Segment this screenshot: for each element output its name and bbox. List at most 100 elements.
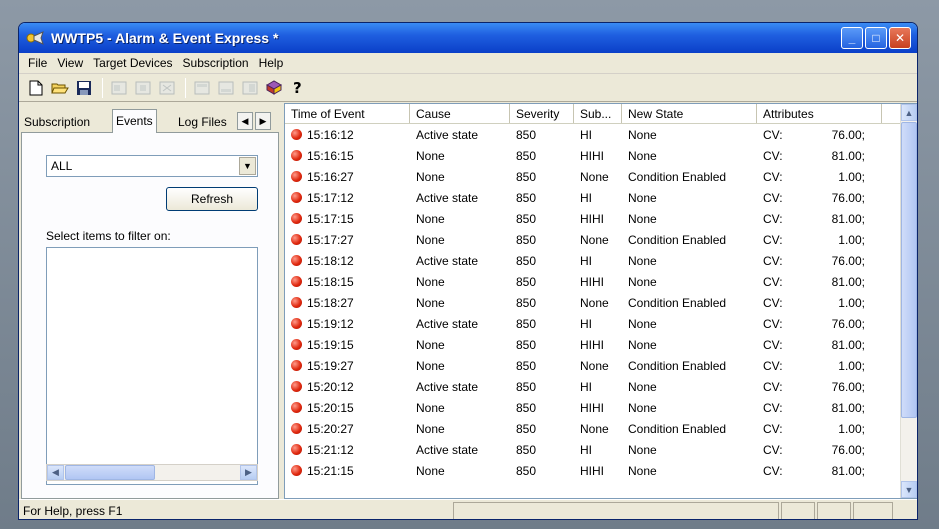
table-row[interactable]: 15:19:15 None 850 HIHI None CV: 81.00; xyxy=(285,335,902,356)
filter-combo[interactable]: ALL ▼ xyxy=(46,155,258,177)
menu-subscription[interactable]: Subscription xyxy=(178,56,254,70)
cell-cause-text: None xyxy=(416,275,445,289)
horizontal-scrollbar[interactable]: ◀ ▶ xyxy=(46,464,258,481)
close-button[interactable]: ✕ xyxy=(889,27,911,49)
alarm-dot-icon xyxy=(291,444,302,455)
app-window: WWTP5 - Alarm & Event Express * _ □ ✕ Fi… xyxy=(18,22,918,520)
scroll-up-icon[interactable]: ▲ xyxy=(901,104,917,121)
column-header-cause[interactable]: Cause xyxy=(410,104,510,123)
menu-view[interactable]: View xyxy=(52,56,88,70)
cell-new-state: Condition Enabled xyxy=(628,170,726,184)
column-header-new-state[interactable]: New State xyxy=(622,104,757,123)
table-row[interactable]: 15:17:15 None 850 HIHI None CV: 81.00; xyxy=(285,209,902,230)
table-row[interactable]: 15:16:12 Active state 850 HI None CV: 76.00; xyxy=(285,125,902,146)
scroll-down-icon[interactable]: ▼ xyxy=(901,481,917,498)
cell-sub: None xyxy=(580,359,609,373)
status-panel xyxy=(453,501,779,519)
cell-attr-value-text: 1.00; xyxy=(838,296,865,310)
cell-severity-text: 850 xyxy=(516,233,537,247)
cell-cause-text: None xyxy=(416,170,445,184)
tab-scroll-left-icon[interactable]: ◀ xyxy=(237,112,253,130)
status-text: For Help, press F1 xyxy=(23,503,123,518)
chevron-down-icon[interactable]: ▼ xyxy=(239,157,256,175)
tool-icon-5[interactable] xyxy=(215,77,236,98)
tab-events[interactable]: Events xyxy=(112,109,157,134)
cell-attr-label-text: CV: xyxy=(763,338,783,352)
table-row[interactable]: 15:19:27 None 850 None Condition Enabled CV: 1… xyxy=(285,356,902,377)
menu-file[interactable]: File xyxy=(23,56,52,70)
cell-new-state-text: Condition Enabled xyxy=(628,422,727,436)
column-header-severity[interactable]: Severity xyxy=(510,104,574,123)
help-icon[interactable]: ? xyxy=(287,77,308,98)
cell-attr-value-text: 81.00; xyxy=(831,464,865,478)
cell-sub-text: None xyxy=(580,359,609,373)
refresh-button[interactable]: Refresh xyxy=(166,187,258,211)
table-row[interactable]: 15:16:15 None 850 HIHI None CV: 81.00; xyxy=(285,146,902,167)
table-row[interactable]: 15:19:12 Active state 850 HI None CV: 76.00; xyxy=(285,314,902,335)
cell-attr-value-text: 1.00; xyxy=(838,359,865,373)
table-row[interactable]: 15:20:27 None 850 None Condition Enabled CV: 1… xyxy=(285,419,902,440)
cell-sub: None xyxy=(580,170,609,184)
close-icon: ✕ xyxy=(894,31,906,45)
new-file-icon[interactable] xyxy=(25,77,46,98)
filter-label: Select items to filter on: xyxy=(46,229,171,243)
tool-icon-4[interactable] xyxy=(191,77,212,98)
vertical-scrollbar[interactable]: ▲ ▼ xyxy=(900,104,917,498)
cell-attr-value: 76.00; xyxy=(832,128,865,142)
scroll-right-icon[interactable]: ▶ xyxy=(240,465,257,480)
table-row[interactable]: 15:16:27 None 850 None Condition Enabled CV: 1… xyxy=(285,167,902,188)
cell-time-text: 15:20:15 xyxy=(307,401,354,415)
table-row[interactable]: 15:20:15 None 850 HIHI None CV: 81.00; xyxy=(285,398,902,419)
tab-scroll-right-icon[interactable]: ▶ xyxy=(255,112,271,130)
filter-pane: Subscription Events Log Files ◀ ▶ ALL ▼ … xyxy=(21,103,281,499)
table-row[interactable]: 15:21:12 Active state 850 HI None CV: 76.00; xyxy=(285,440,902,461)
book-icon[interactable] xyxy=(263,77,284,98)
save-icon[interactable] xyxy=(73,77,94,98)
filter-list[interactable] xyxy=(46,247,258,485)
title-bar[interactable]: WWTP5 - Alarm & Event Express * _ □ ✕ xyxy=(19,23,917,53)
cell-cause-text: Active state xyxy=(416,191,479,205)
cell-attr-value: 1.00; xyxy=(838,233,865,247)
scroll-thumb[interactable] xyxy=(901,122,917,418)
cell-attr-label: CV: xyxy=(763,443,783,457)
main-area: Subscription Events Log Files ◀ ▶ ALL ▼ … xyxy=(19,103,917,499)
column-header-sub[interactable]: Sub... xyxy=(574,104,622,123)
table-row[interactable]: 15:17:27 None 850 None Condition Enabled CV: 1… xyxy=(285,230,902,251)
cell-time: 15:19:27 xyxy=(291,359,354,373)
cell-attr-label-text: CV: xyxy=(763,443,783,457)
maximize-icon: □ xyxy=(872,31,880,45)
maximize-button[interactable]: □ xyxy=(865,27,887,49)
cell-attr-value-text: 1.00; xyxy=(838,422,865,436)
toolbar-separator xyxy=(185,77,186,98)
tab-subscription[interactable]: Subscription xyxy=(21,111,93,133)
table-row[interactable]: 15:20:12 Active state 850 HI None CV: 76.00; xyxy=(285,377,902,398)
scroll-thumb[interactable] xyxy=(65,465,155,480)
table-row[interactable]: 15:21:15 None 850 HIHI None CV: 81.00; xyxy=(285,461,902,482)
cell-new-state-text: None xyxy=(628,128,657,142)
cell-severity: 850 xyxy=(516,317,536,331)
cell-attr-label-text: CV: xyxy=(763,191,783,205)
tool-icon-3[interactable] xyxy=(156,77,177,98)
open-folder-icon[interactable] xyxy=(49,77,70,98)
table-row[interactable]: 15:17:12 Active state 850 HI None CV: 76.00; xyxy=(285,188,902,209)
cell-sub: HI xyxy=(580,254,592,268)
table-row[interactable]: 15:18:27 None 850 None Condition Enabled CV: 1… xyxy=(285,293,902,314)
cell-new-state: None xyxy=(628,191,657,205)
tool-icon-2[interactable] xyxy=(132,77,153,98)
table-row[interactable]: 15:18:12 Active state 850 HI None CV: 76.00; xyxy=(285,251,902,272)
menu-help[interactable]: Help xyxy=(254,56,289,70)
cell-attr-label: CV: xyxy=(763,359,783,373)
tool-icon-1[interactable] xyxy=(108,77,129,98)
menu-target-devices[interactable]: Target Devices xyxy=(88,56,177,70)
cell-attr-value-text: 1.00; xyxy=(838,170,865,184)
tool-icon-6[interactable] xyxy=(239,77,260,98)
minimize-icon: _ xyxy=(848,31,856,45)
table-row[interactable]: 15:18:15 None 850 HIHI None CV: 81.00; xyxy=(285,272,902,293)
cell-time: 15:18:15 xyxy=(291,275,354,289)
column-header-attributes[interactable]: Attributes xyxy=(757,104,882,123)
minimize-button[interactable]: _ xyxy=(841,27,863,49)
tab-log-files[interactable]: Log Files xyxy=(175,111,230,133)
scroll-left-icon[interactable]: ◀ xyxy=(47,465,64,480)
status-panel xyxy=(853,501,893,519)
column-header-time[interactable]: Time of Event xyxy=(285,104,410,123)
